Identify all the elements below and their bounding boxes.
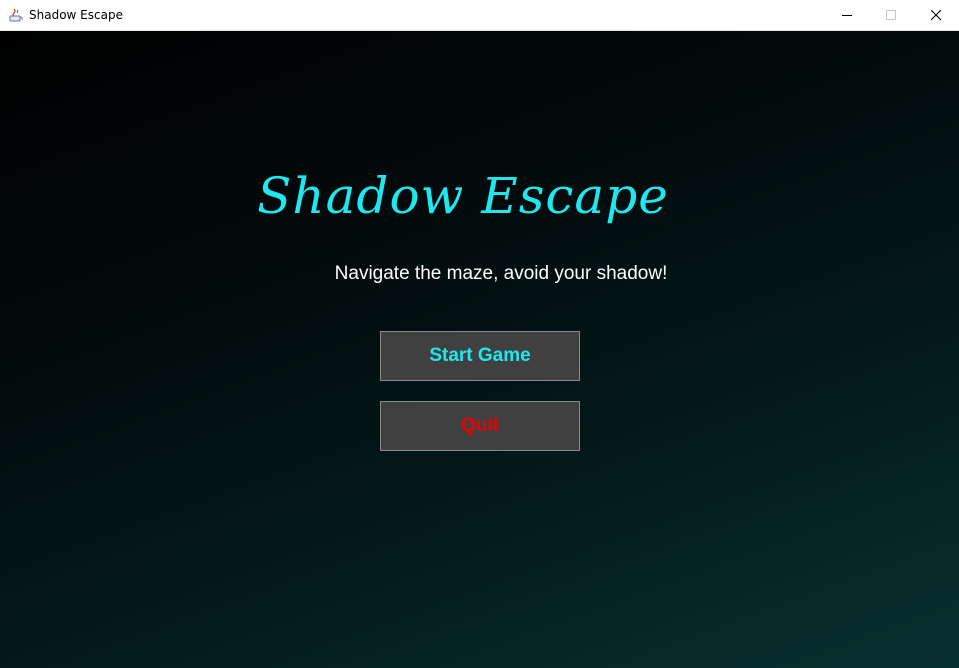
maximize-icon [886, 10, 896, 20]
maximize-button[interactable] [868, 0, 914, 30]
quit-button[interactable]: Quit [380, 401, 580, 451]
close-icon [931, 10, 942, 21]
minimize-icon [842, 15, 852, 16]
game-subtitle: Navigate the maze, avoid your shadow! [334, 263, 668, 284]
java-app-icon [8, 7, 24, 23]
app-window: Shadow Escape Shadow Escape Navigate the… [0, 0, 959, 668]
start-game-button[interactable]: Start Game [380, 331, 580, 381]
close-button[interactable] [913, 0, 959, 30]
game-menu-screen: Shadow Escape Navigate the maze, avoid y… [0, 31, 959, 668]
title-bar[interactable]: Shadow Escape [0, 0, 959, 31]
window-title: Shadow Escape [29, 8, 123, 22]
game-title: Shadow Escape [257, 167, 669, 225]
minimize-button[interactable] [824, 0, 870, 30]
